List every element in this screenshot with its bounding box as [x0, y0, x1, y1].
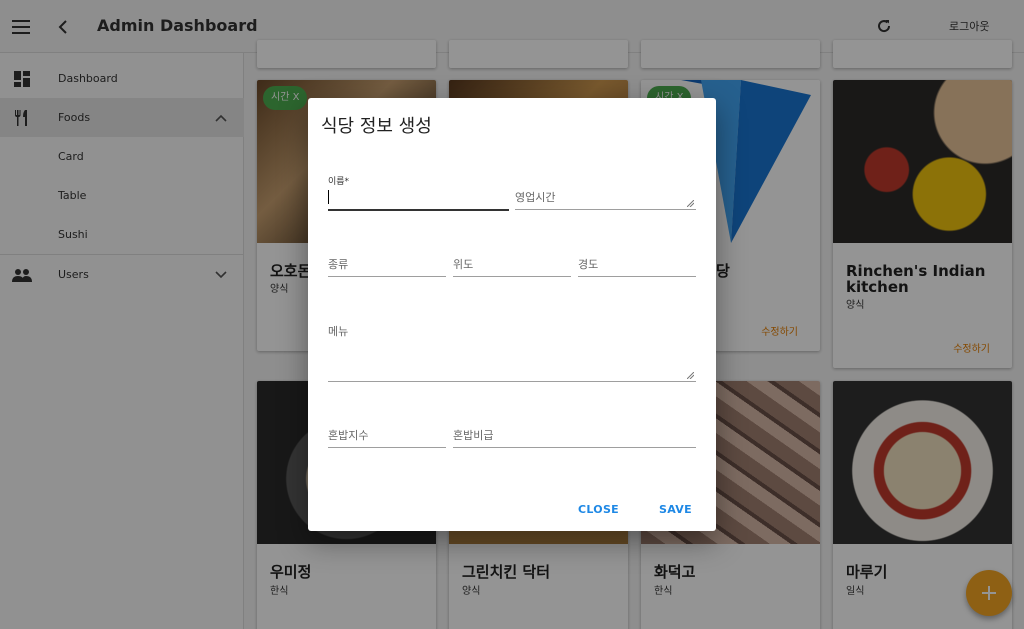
longitude-field[interactable]: 경도 — [578, 251, 696, 277]
latitude-field[interactable]: 위도 — [453, 251, 571, 277]
field-underline — [578, 276, 696, 277]
hours-textarea[interactable]: 영업시간 — [515, 184, 696, 210]
field-underline — [328, 381, 696, 382]
save-button[interactable]: SAVE — [659, 503, 692, 516]
solo-index-field[interactable]: 혼밥지수 — [328, 422, 446, 448]
field-underline — [328, 447, 446, 448]
resize-handle-icon[interactable] — [687, 200, 694, 207]
app-root: Admin Dashboard 로그아웃 Dashboard Foods Car… — [0, 0, 1024, 629]
field-underline — [453, 276, 571, 277]
type-field[interactable]: 종류 — [328, 251, 446, 277]
text-caret — [328, 190, 329, 204]
close-button[interactable]: CLOSE — [578, 503, 619, 516]
menu-textarea[interactable]: 메뉴 — [328, 318, 696, 382]
resize-handle-icon[interactable] — [687, 372, 694, 379]
create-restaurant-dialog: 식당 정보 생성 이름* 영업시간 종류 위도 경도 메뉴 혼밥지수 혼밥비급 … — [308, 98, 716, 531]
field-underline — [453, 447, 696, 448]
solo-index-placeholder: 혼밥지수 — [328, 429, 369, 442]
name-field-label: 이름* — [328, 177, 350, 187]
dialog-title: 식당 정보 생성 — [321, 116, 432, 137]
solo-grade-field[interactable]: 혼밥비급 — [453, 422, 696, 448]
field-underline — [328, 209, 509, 211]
solo-grade-placeholder: 혼밥비급 — [453, 429, 494, 442]
latitude-placeholder: 위도 — [453, 258, 474, 271]
field-underline — [515, 209, 696, 210]
field-underline — [328, 276, 446, 277]
menu-placeholder: 메뉴 — [328, 325, 349, 338]
longitude-placeholder: 경도 — [578, 258, 599, 271]
type-placeholder: 종류 — [328, 258, 349, 271]
hours-placeholder: 영업시간 — [515, 191, 556, 204]
name-field[interactable]: 이름* — [328, 172, 509, 211]
